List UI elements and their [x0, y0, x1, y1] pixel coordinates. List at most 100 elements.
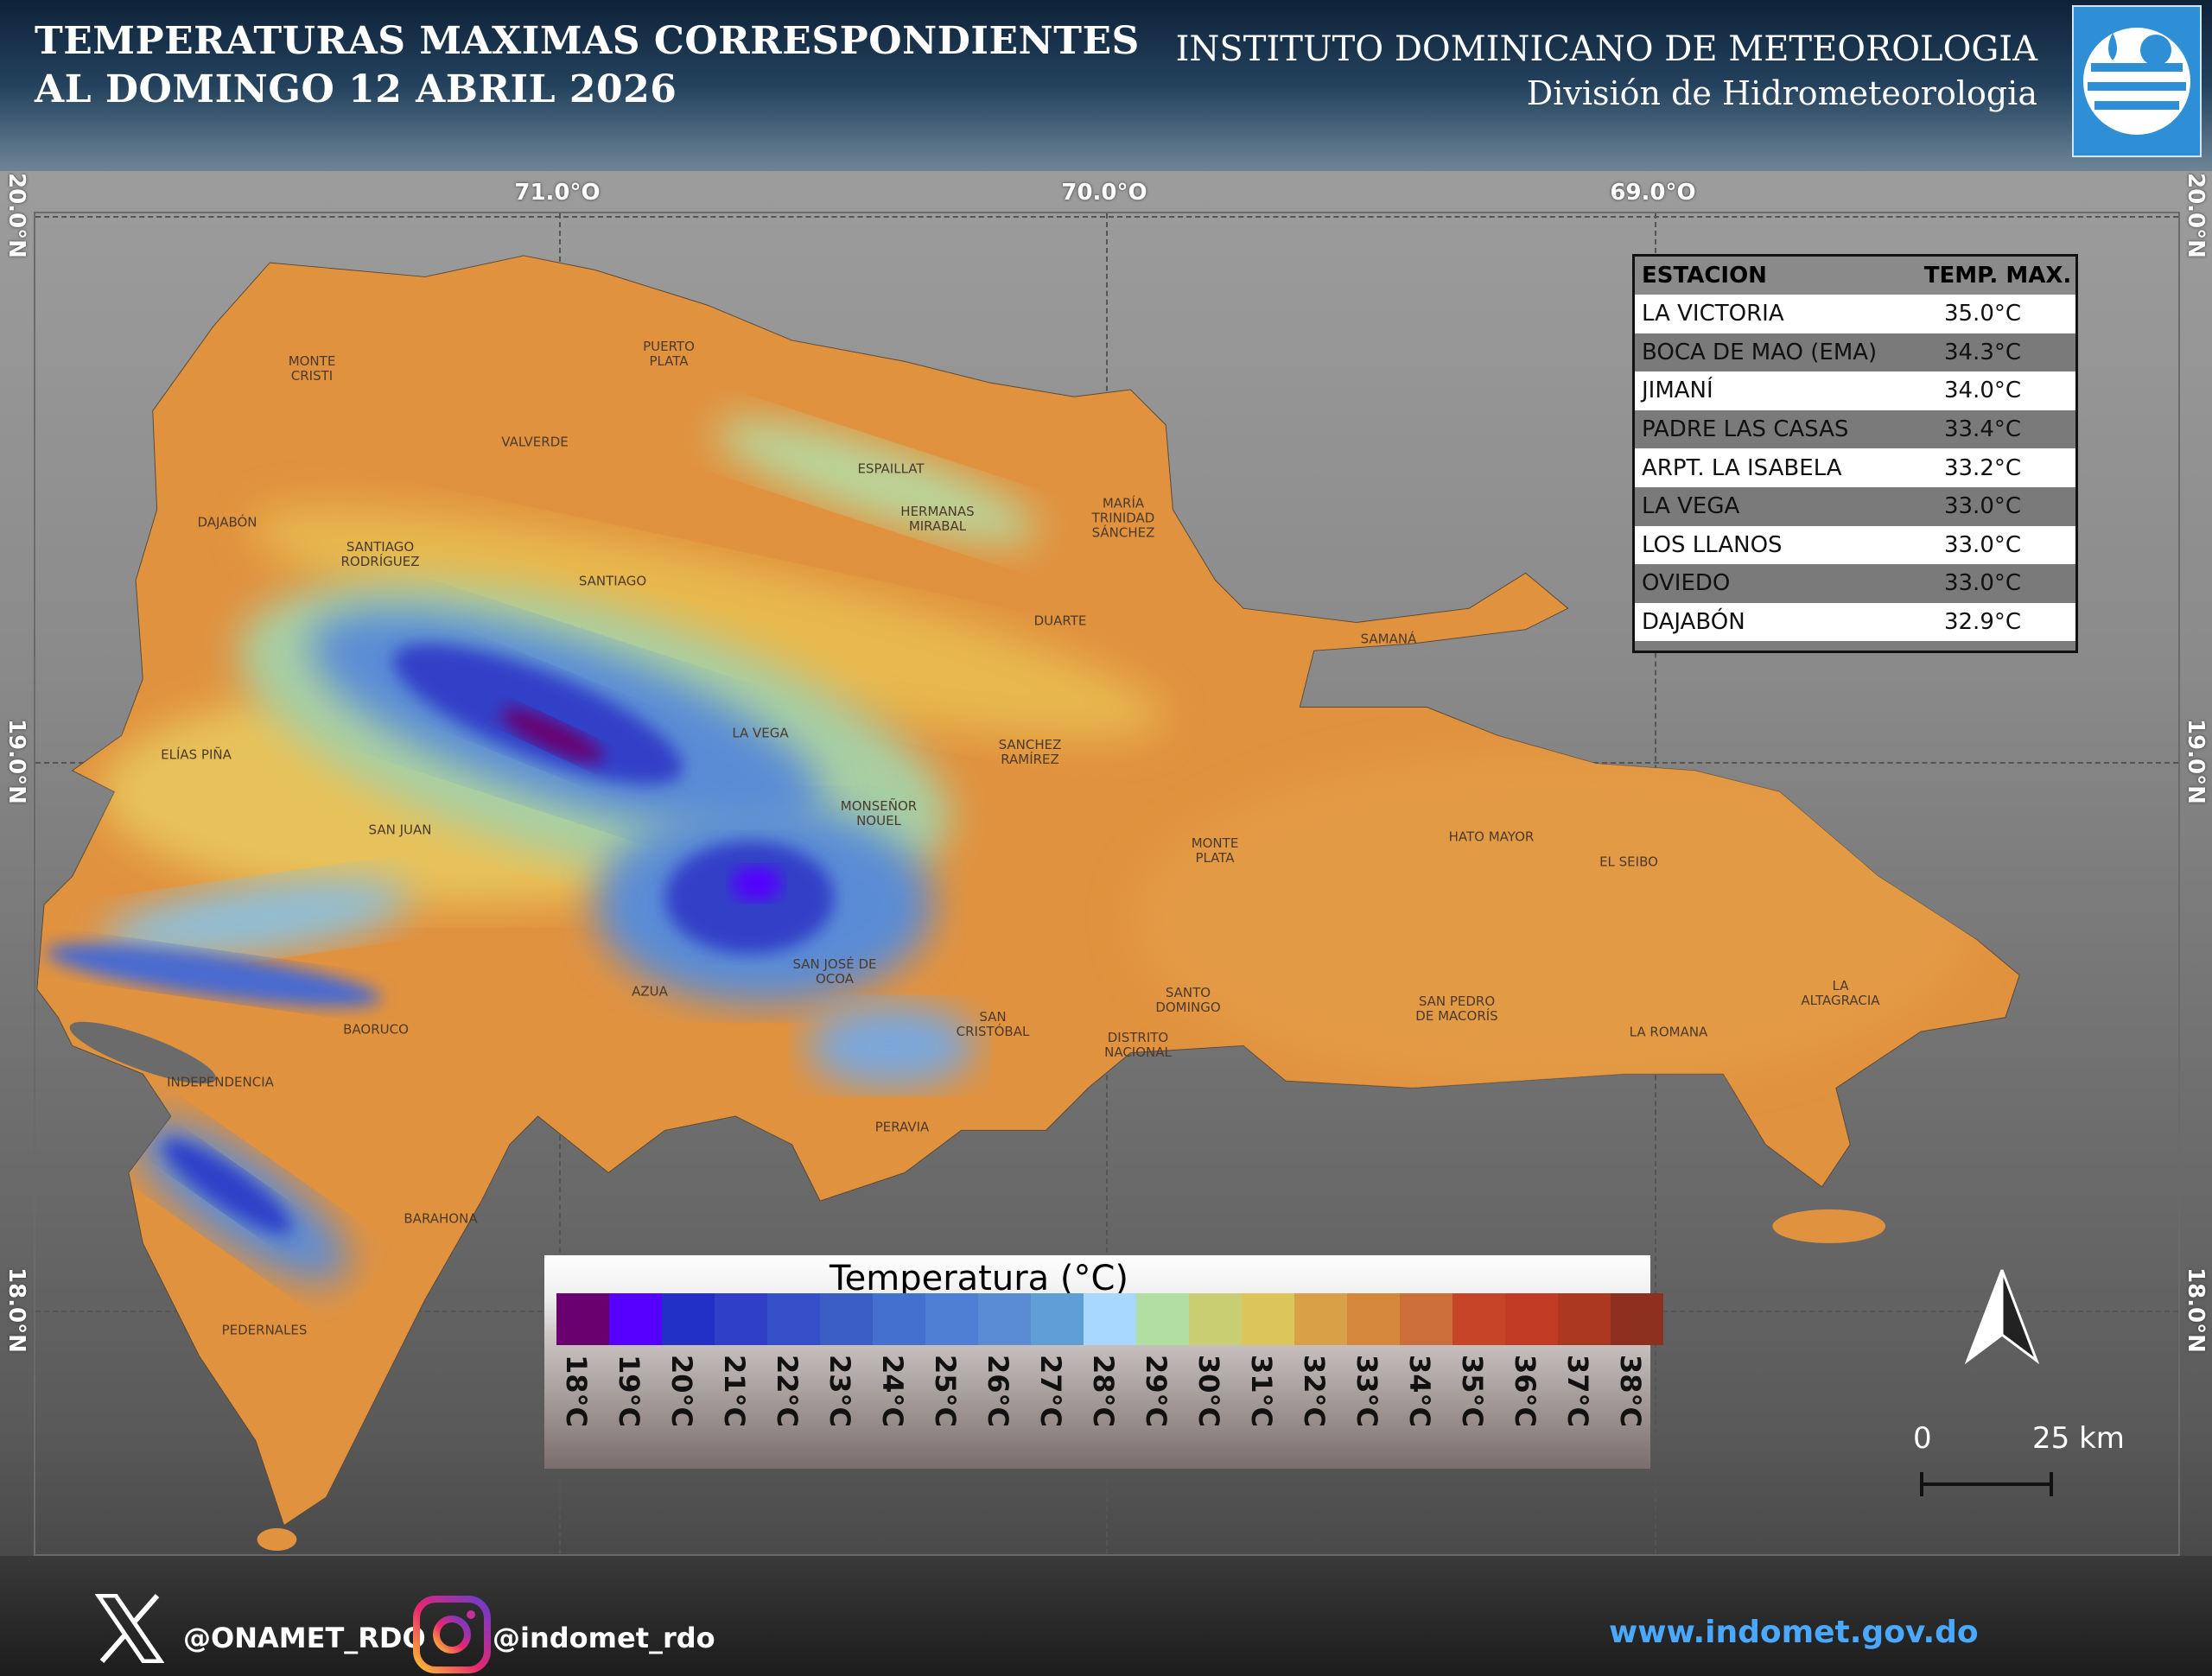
province-label: DISTRITO NACIONAL [1104, 1030, 1172, 1060]
legend-tick: 37°C [1558, 1355, 1611, 1450]
lon-label-top: 69.0°O [1610, 180, 1696, 206]
legend-tick: 29°C [1136, 1355, 1189, 1450]
legend-swatch [1452, 1293, 1505, 1345]
province-label: SAMANÁ [1360, 631, 1417, 647]
legend-tick: 38°C [1611, 1355, 1663, 1450]
legend-swatch [1611, 1293, 1663, 1345]
legend-swatch [1189, 1293, 1242, 1345]
legend-tick: 21°C [715, 1355, 767, 1450]
legend-tick-label: 22°C [771, 1355, 804, 1428]
lat-label-left: 18.0°N [3, 1267, 29, 1353]
legend-tick-label: 29°C [1140, 1355, 1173, 1428]
legend-tick: 20°C [662, 1355, 715, 1450]
legend-tick-label: 21°C [718, 1355, 751, 1428]
x-handle-link[interactable]: @ONAMET_RDO [183, 1622, 426, 1654]
indomet-logo [2072, 5, 2202, 157]
province-label: MARÍA TRINIDAD SÁNCHEZ [1091, 495, 1155, 541]
table-row: LA VICTORIA 35.0°C [1635, 295, 2075, 333]
legend-swatch [1347, 1293, 1400, 1345]
website-link[interactable]: www.indomet.gov.do [1609, 1615, 1979, 1650]
station-temp: 33.0°C [1943, 570, 2022, 597]
province-label: LA ROMANA [1629, 1024, 1708, 1040]
legend-tick-label: 23°C [823, 1355, 856, 1428]
legend-tick: 33°C [1347, 1355, 1400, 1450]
beata-island [257, 1527, 297, 1552]
table-row: BOCA DE MAO (EMA) 34.3°C [1635, 333, 2075, 372]
province-label: MONTE PLATA [1191, 835, 1239, 866]
table-header: ESTACION TEMP. MAX. [1635, 257, 2075, 295]
legend-swatch [609, 1293, 662, 1345]
table-row: PADRE LAS CASAS 33.4°C [1635, 409, 2075, 449]
legend-swatch [1505, 1293, 1558, 1345]
legend-swatch [767, 1293, 820, 1345]
table-row: DAJABÓN 32.9°C [1635, 602, 2075, 642]
instagram-handle-link[interactable]: @indomet_rdo [493, 1622, 715, 1654]
station-temp: 35.0°C [1943, 301, 2022, 327]
legend-tick-label: 33°C [1351, 1355, 1383, 1428]
lat-label-left: 20.0°N [3, 173, 29, 258]
station-temp: 34.0°C [1943, 378, 2022, 404]
institute-name: INSTITUTO DOMINICANO DE METEOROLOGIA [1175, 29, 2037, 69]
lon-label-top: 70.0°O [1061, 180, 1147, 206]
province-label: SAN PEDRO DE MACORÍS [1415, 994, 1498, 1024]
station-name: LA VEGA [1642, 493, 1740, 520]
legend-colorbar [556, 1293, 1663, 1345]
station-temp: 34.3°C [1943, 339, 2022, 365]
legend-tick: 18°C [556, 1355, 609, 1450]
north-arrow-icon [1964, 1269, 2040, 1365]
legend-tick: 27°C [1031, 1355, 1084, 1450]
legend-swatch [1294, 1293, 1347, 1345]
station-name: ARPT. LA ISABELA [1642, 454, 1842, 481]
station-name: LA VICTORIA [1642, 301, 1784, 327]
station-temp: 33.4°C [1943, 416, 2022, 443]
province-label: SAN CRISTÓBAL [956, 1009, 1030, 1039]
lat-label-left: 19.0°N [3, 719, 29, 804]
province-label: MONSEÑOR NOUEL [840, 798, 918, 828]
legend-tick-label: 30°C [1192, 1355, 1225, 1428]
lon-label-top: 71.0°O [514, 180, 601, 206]
station-name: OVIEDO [1642, 570, 1731, 597]
province-label: ELÍAS PIÑA [161, 746, 232, 763]
legend-tick: 19°C [609, 1355, 662, 1450]
x-twitter-icon[interactable] [95, 1594, 164, 1663]
legend-swatch [556, 1293, 609, 1345]
legend-swatch [978, 1293, 1031, 1345]
legend-swatch [820, 1293, 873, 1345]
province-label: SAN JUAN [368, 822, 432, 838]
legend-tick: 28°C [1084, 1355, 1136, 1450]
map-title-line1: TEMPERATURAS MAXIMAS CORRESPONDIENTES [35, 19, 1140, 63]
legend-tick: 31°C [1242, 1355, 1294, 1450]
legend-swatch [1084, 1293, 1136, 1345]
province-label: PUERTO PLATA [643, 339, 695, 369]
province-label: BARAHONA [404, 1210, 478, 1227]
station-name: PADRE LAS CASAS [1642, 416, 1849, 443]
province-label: DUARTE [1033, 613, 1087, 629]
station-name: BOCA DE MAO (EMA) [1642, 339, 1878, 365]
header-station: ESTACION [1642, 263, 1767, 289]
legend-swatch [662, 1293, 715, 1345]
station-temp: 33.0°C [1943, 493, 2022, 520]
legend-tick-label: 31°C [1245, 1355, 1278, 1428]
division-name: División de Hidrometeorologia [1526, 74, 2037, 112]
province-label: SAN JOSÉ DE OCOA [792, 956, 877, 987]
legend-tick: 30°C [1189, 1355, 1242, 1450]
province-label: INDEPENDENCIA [167, 1074, 274, 1090]
legend-swatch [715, 1293, 767, 1345]
province-label: VALVERDE [501, 434, 569, 450]
legend-tick: 23°C [820, 1355, 873, 1450]
scale-distance-label: 25 km [2032, 1421, 2125, 1456]
legend-tick: 34°C [1400, 1355, 1452, 1450]
legend-swatch [1031, 1293, 1084, 1345]
instagram-icon[interactable] [413, 1596, 491, 1673]
station-temp: 33.0°C [1943, 531, 2022, 558]
legend-tick: 25°C [925, 1355, 978, 1450]
province-label: AZUA [632, 983, 668, 1000]
province-label: SANTIAGO [578, 573, 647, 589]
legend-tick-label: 26°C [982, 1355, 1014, 1428]
province-label: EL SEIBO [1599, 854, 1658, 870]
table-row: LA VEGA 33.0°C [1635, 486, 2075, 526]
province-label: PERAVIA [874, 1119, 930, 1135]
station-name: LOS LLANOS [1642, 531, 1783, 558]
legend-tick: 22°C [767, 1355, 820, 1450]
legend-tick-label: 19°C [613, 1355, 645, 1428]
